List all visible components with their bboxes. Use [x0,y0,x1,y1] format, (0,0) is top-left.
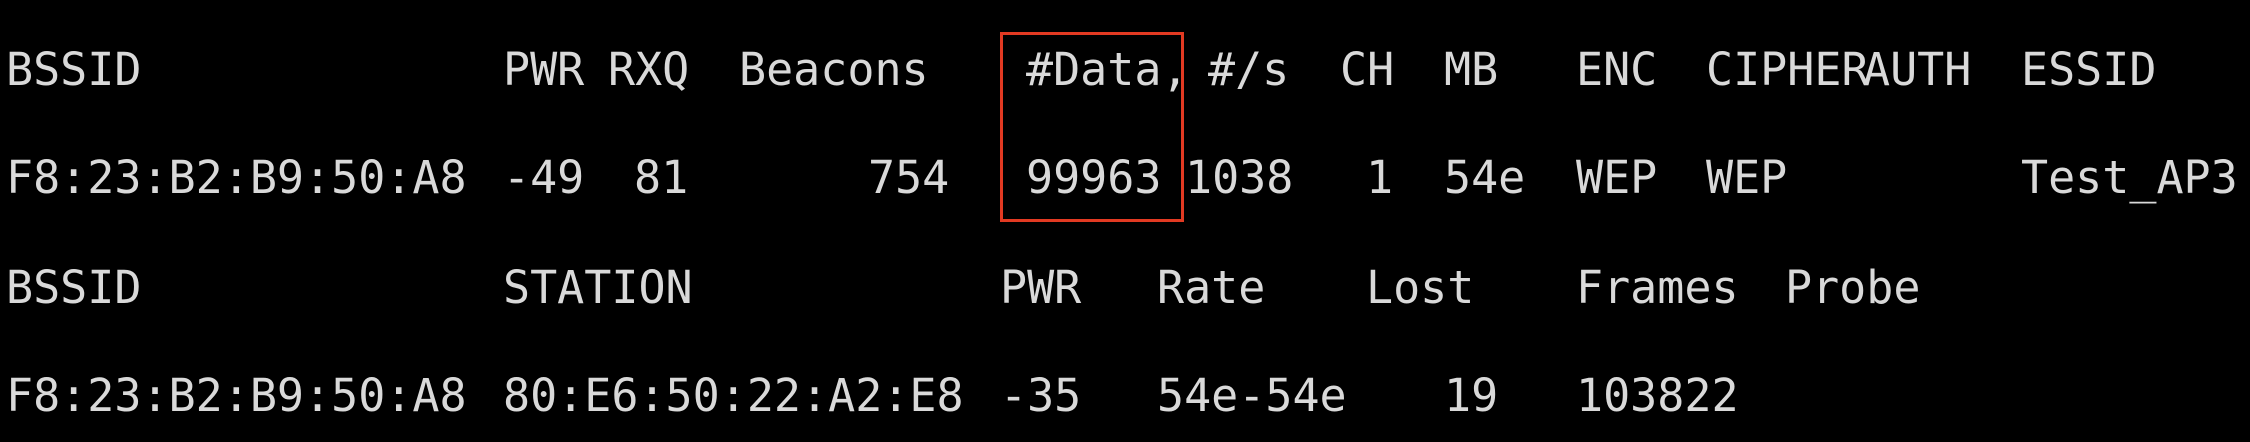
station-mac: 80:E6:50:22:A2:E8 [503,369,964,422]
station-pwr: -35 [1000,369,1082,422]
station-lost: 19 [1444,369,1499,422]
ap-pwr: -49 [503,151,585,204]
ap-header-ch: CH [1340,43,1395,96]
ap-rxq: 81 [634,151,689,204]
ap-enc: WEP [1576,151,1658,204]
ap-beacons: 754 [868,151,950,204]
ap-header-cipher: CIPHER [1706,43,1869,96]
station-header-probe: Probe [1785,261,1921,314]
ap-header-beacons: Beacons [739,43,929,96]
ap-cipher: WEP [1706,151,1788,204]
ap-header-essid: ESSID [2021,43,2157,96]
ap-per-sec: 1038 [1185,151,1294,204]
data-column-highlight [1000,32,1184,222]
station-header-bssid: BSSID [6,261,142,314]
station-row: F8:23:B2:B9:50:A8 80:E6:50:22:A2:E8 -35 … [0,356,2250,436]
ap-bssid: F8:23:B2:B9:50:A8 [6,151,467,204]
ap-header-rxq: RXQ [608,43,690,96]
station-header-pwr: PWR [1000,261,1082,314]
ap-header-per-sec: #/s [1208,43,1290,96]
ap-header-pwr: PWR [503,43,585,96]
station-bssid: F8:23:B2:B9:50:A8 [6,369,467,422]
terminal-output: BSSID PWR RXQ Beacons #Data, #/s CH MB E… [0,0,2250,442]
station-rate: 54e-54e [1157,369,1347,422]
ap-ch: 1 [1366,151,1394,204]
ap-header-auth: AUTH [1863,43,1972,96]
station-header-station: STATION [503,261,693,314]
ap-mb: 54e [1444,151,1526,204]
station-frames: 103822 [1576,369,1739,422]
ap-essid: Test_AP3 [2021,151,2238,204]
ap-header-bssid: BSSID [6,43,142,96]
station-header-lost: Lost [1366,261,1475,314]
station-header-rate: Rate [1157,261,1266,314]
station-header-frames: Frames [1576,261,1739,314]
station-header-row: BSSID STATION PWR Rate Lost Frames Probe [0,248,2250,328]
ap-header-enc: ENC [1576,43,1658,96]
ap-header-mb: MB [1444,43,1499,96]
